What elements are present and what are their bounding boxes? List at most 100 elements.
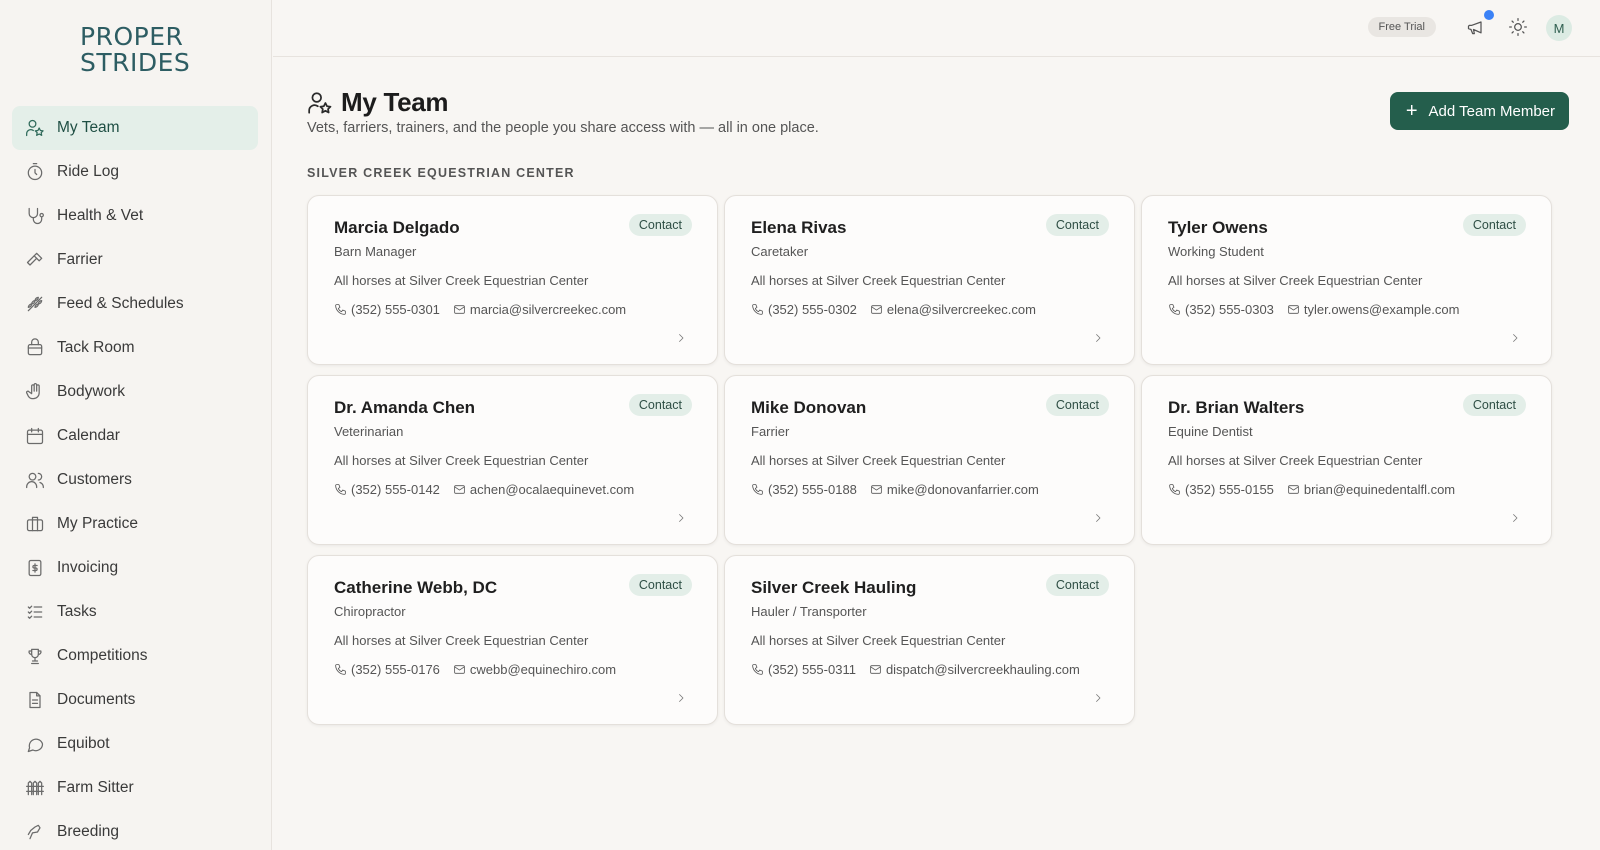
member-access-scope: All horses at Silver Creek Equestrian Ce… <box>1168 273 1423 288</box>
member-name: Marcia Delgado <box>334 218 460 237</box>
member-email[interactable]: marcia@silvercreekec.com <box>453 302 626 317</box>
sidebar-item-label: Invoicing <box>57 559 119 576</box>
member-phone-text: (352) 555-0311 <box>768 662 856 677</box>
hammer-icon <box>25 250 45 270</box>
sidebar-item-documents[interactable]: Documents <box>12 678 258 722</box>
member-phone[interactable]: (352) 555-0155 <box>1168 482 1274 497</box>
mail-icon <box>1288 305 1299 314</box>
sidebar-item-invoicing[interactable]: Invoicing <box>12 546 258 590</box>
member-email[interactable]: dispatch@silvercreekhauling.com <box>869 662 1080 677</box>
sidebar-item-bodywork[interactable]: Bodywork <box>12 370 258 414</box>
brand-logo[interactable]: PROPER STRIDES <box>80 24 192 77</box>
member-role: Equine Dentist <box>1168 424 1253 439</box>
sidebar-item-competitions[interactable]: Competitions <box>12 634 258 678</box>
member-phone-text: (352) 555-0303 <box>1185 302 1274 317</box>
member-phone[interactable]: (352) 555-0301 <box>334 302 440 317</box>
sidebar-item-label: Tasks <box>57 603 97 620</box>
sidebar-item-farrier[interactable]: Farrier <box>12 238 258 282</box>
member-role: Caretaker <box>751 244 809 259</box>
member-phone[interactable]: (352) 555-0176 <box>334 662 440 677</box>
calendar-icon <box>25 426 45 446</box>
team-member-card[interactable]: Tyler Owens Contact Working Student All hor… <box>1141 195 1552 365</box>
chevron-right-icon[interactable] <box>1509 511 1521 523</box>
sidebar-item-my-practice[interactable]: My Practice <box>12 502 258 546</box>
theme-toggle-sun-icon[interactable] <box>1508 17 1530 39</box>
free-trial-badge[interactable]: Free Trial <box>1367 17 1436 37</box>
member-role: Hauler / Transporter <box>751 604 867 619</box>
team-member-card[interactable]: Elena Rivas Contact Caretaker All horses at… <box>724 195 1135 365</box>
member-email[interactable]: achen@ocalaequinevet.com <box>453 482 634 497</box>
member-access-scope: All horses at Silver Creek Equestrian Ce… <box>751 633 1006 648</box>
member-email[interactable]: elena@silvercreekec.com <box>870 302 1036 317</box>
member-email[interactable]: mike@donovanfarrier.com <box>870 482 1039 497</box>
team-member-card[interactable]: Silver Creek Hauling Contact Hauler / Tran… <box>724 555 1135 725</box>
sidebar-item-label: Customers <box>57 471 132 488</box>
saddle-icon <box>25 338 45 358</box>
sidebar-item-breeding[interactable]: Breeding <box>12 810 258 850</box>
member-phone[interactable]: (352) 555-0302 <box>751 302 857 317</box>
member-phone[interactable]: (352) 555-0188 <box>751 482 857 497</box>
team-member-card[interactable]: Dr. Amanda Chen Contact Veterinarian All ho… <box>307 375 718 545</box>
sidebar-item-label: My Team <box>57 119 120 136</box>
chevron-right-icon[interactable] <box>675 511 687 523</box>
sidebar-item-feed-schedules[interactable]: Feed & Schedules <box>12 282 258 326</box>
phone-icon <box>335 484 346 495</box>
brand-line-2: STRIDES <box>80 48 191 77</box>
chevron-right-icon[interactable] <box>675 331 687 343</box>
sidebar-item-label: Equibot <box>57 735 110 752</box>
member-email[interactable]: tyler.owens@example.com <box>1287 302 1459 317</box>
member-role: Barn Manager <box>334 244 417 259</box>
add-team-member-button[interactable]: + Add Team Member <box>1389 92 1569 130</box>
phone-icon <box>1169 484 1180 495</box>
sidebar-item-my-team[interactable]: My Team <box>12 106 258 150</box>
sidebar-item-label: Breeding <box>57 823 120 840</box>
sidebar-item-label: Calendar <box>57 427 120 444</box>
add-team-member-label: Add Team Member <box>1428 102 1555 120</box>
member-phone[interactable]: (352) 555-0311 <box>751 662 856 677</box>
team-member-card[interactable]: Catherine Webb, DC Contact Chiropractor All… <box>307 555 718 725</box>
phone-icon <box>335 304 346 315</box>
sidebar-item-calendar[interactable]: Calendar <box>12 414 258 458</box>
sidebar-item-label: Competitions <box>57 647 148 664</box>
announcements-icon[interactable] <box>1466 10 1494 39</box>
contact-badge: Contact <box>1045 574 1109 596</box>
member-email[interactable]: cwebb@equinechiro.com <box>453 662 616 677</box>
chevron-right-icon[interactable] <box>1092 331 1104 343</box>
member-phone-text: (352) 555-0176 <box>351 662 440 677</box>
member-phone[interactable]: (352) 555-0142 <box>334 482 440 497</box>
chevron-right-icon[interactable] <box>1509 331 1521 343</box>
stethoscope-icon <box>25 206 45 226</box>
sidebar-item-customers[interactable]: Customers <box>12 458 258 502</box>
team-member-card[interactable]: Marcia Delgado Contact Barn Manager All hor… <box>307 195 718 365</box>
sidebar-item-label: Documents <box>57 691 136 708</box>
sidebar-item-farm-sitter[interactable]: Farm Sitter <box>12 766 258 810</box>
sidebar-item-health-vet[interactable]: Health & Vet <box>12 194 258 238</box>
mail-icon <box>454 305 465 314</box>
checklist-icon <box>25 602 45 622</box>
member-email[interactable]: brian@equinedentalfl.com <box>1287 482 1455 497</box>
sidebar-item-label: Bodywork <box>57 383 126 400</box>
member-email-text: elena@silvercreekec.com <box>886 302 1036 317</box>
sidebar-item-tasks[interactable]: Tasks <box>12 590 258 634</box>
top-bar: Free Trial M <box>273 0 1600 57</box>
chevron-right-icon[interactable] <box>675 691 687 703</box>
member-access-scope: All horses at Silver Creek Equestrian Ce… <box>334 453 589 468</box>
chevron-right-icon[interactable] <box>1092 691 1104 703</box>
briefcase-icon <box>25 514 45 534</box>
sidebar-item-label: My Practice <box>57 515 138 532</box>
member-contacts: (352) 555-0302 elena@silvercreekec.com <box>751 302 1036 317</box>
member-name: Silver Creek Hauling <box>751 578 917 597</box>
chevron-right-icon[interactable] <box>1092 511 1104 523</box>
sidebar-item-tack-room[interactable]: Tack Room <box>12 326 258 370</box>
contact-badge: Contact <box>1462 394 1526 416</box>
sidebar-item-label: Tack Room <box>57 339 135 356</box>
team-member-card[interactable]: Mike Donovan Contact Farrier All horses at … <box>724 375 1135 545</box>
member-role: Working Student <box>1168 244 1264 259</box>
team-member-card[interactable]: Dr. Brian Walters Contact Equine Dentist Al… <box>1141 375 1552 545</box>
user-avatar[interactable]: M <box>1546 15 1572 41</box>
sidebar-item-ride-log[interactable]: Ride Log <box>12 150 258 194</box>
member-name: Tyler Owens <box>1168 218 1268 237</box>
sidebar-item-equibot[interactable]: Equibot <box>12 722 258 766</box>
member-phone[interactable]: (352) 555-0303 <box>1168 302 1274 317</box>
notification-dot <box>1484 10 1494 20</box>
